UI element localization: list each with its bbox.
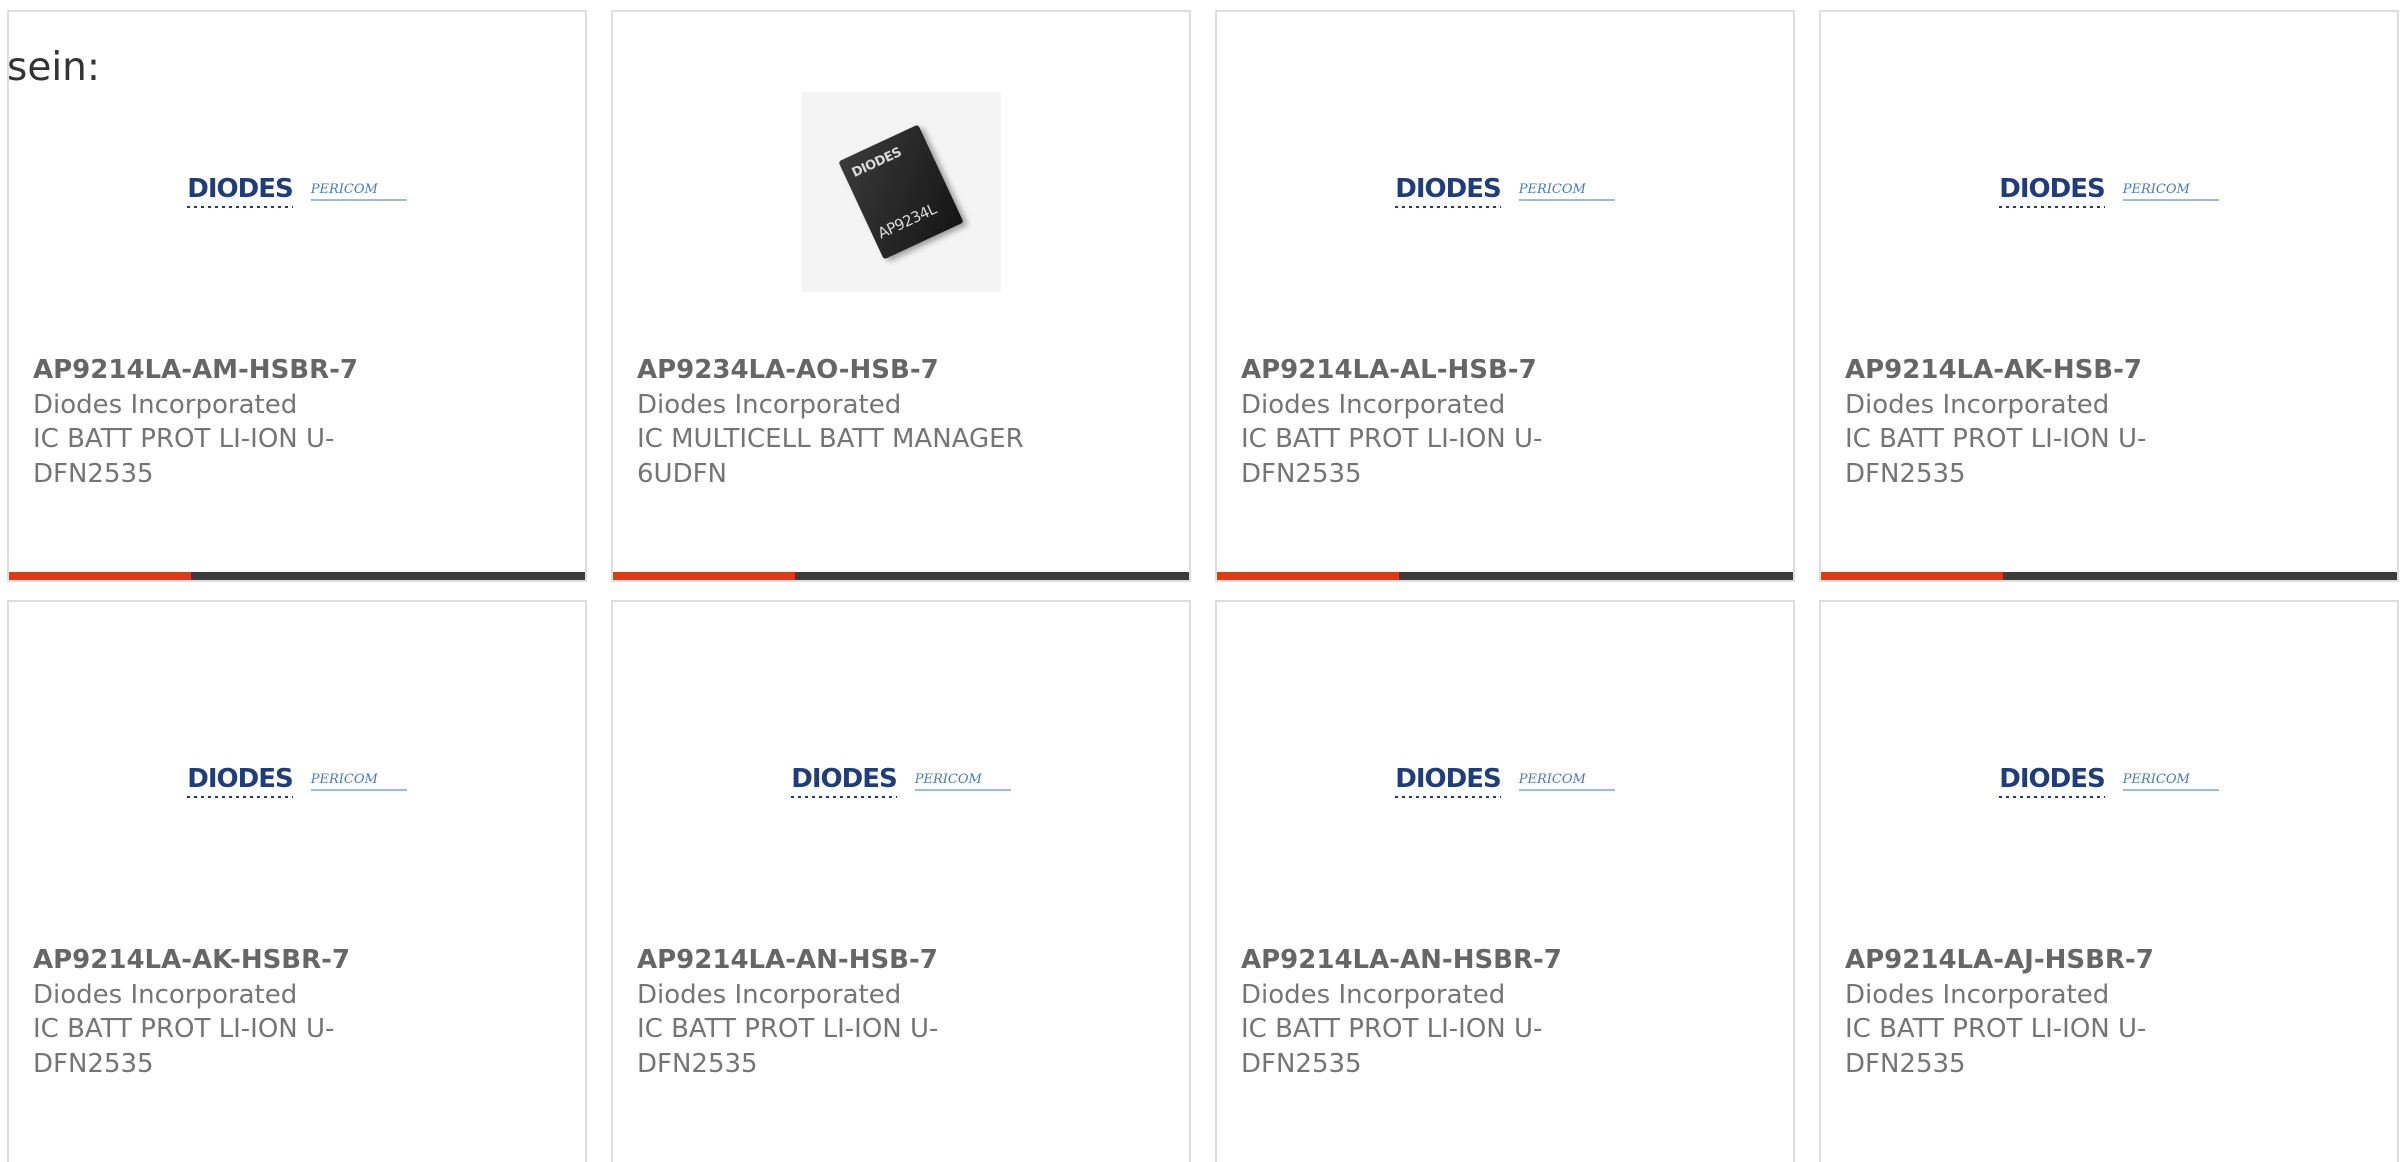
diodes-logo-text: DIODES bbox=[1999, 766, 2106, 798]
chip-marking-text: AP9234L bbox=[875, 199, 940, 243]
pericom-logo: PERICOM bbox=[1518, 182, 1615, 201]
card-accent-bar-highlight bbox=[9, 572, 191, 580]
product-image: DIODES PERICOM bbox=[1821, 662, 2397, 902]
manufacturer: Diodes Incorporated bbox=[33, 389, 298, 420]
diodes-logo-text: DIODES bbox=[1395, 766, 1502, 798]
description: IC BATT PROT LI-ION U-DFN2535 bbox=[1241, 1014, 1543, 1079]
part-number[interactable]: AP9214LA-AJ-HSBR-7 bbox=[1845, 943, 2265, 978]
manufacturer: Diodes Incorporated bbox=[33, 979, 298, 1010]
description: IC BATT PROT LI-ION U-DFN2535 bbox=[33, 1014, 335, 1079]
pericom-logo: PERICOM bbox=[2122, 182, 2219, 201]
manufacturer: Diodes Incorporated bbox=[1241, 389, 1506, 420]
diodes-pericom-logo: DIODES PERICOM bbox=[791, 766, 1011, 798]
intro-text: sein: bbox=[7, 45, 101, 90]
description: IC BATT PROT LI-ION U-DFN2535 bbox=[1845, 1014, 2147, 1079]
description: IC MULTICELL BATT MANAGER 6UDFN bbox=[637, 424, 1024, 489]
product-info: AP9214LA-AJ-HSBR-7 Diodes Incorporated I… bbox=[1845, 943, 2265, 1081]
product-card[interactable]: DIODES PERICOM AP9214LA-AK-HSB-7 Diodes … bbox=[1819, 10, 2399, 582]
pericom-logo-line bbox=[2122, 199, 2219, 201]
pericom-logo-line bbox=[310, 789, 407, 791]
pericom-logo-text: PERICOM bbox=[2122, 182, 2190, 197]
product-card[interactable]: DIODES AP9234L AP9234LA-AO-HSB-7 Diodes … bbox=[611, 10, 1191, 582]
pericom-logo-line bbox=[1518, 789, 1615, 791]
pericom-logo-text: PERICOM bbox=[310, 182, 378, 197]
manufacturer: Diodes Incorporated bbox=[1845, 979, 2110, 1010]
pericom-logo-line bbox=[1518, 199, 1615, 201]
pericom-logo: PERICOM bbox=[1518, 772, 1615, 791]
card-accent-bar bbox=[1217, 572, 1793, 580]
pericom-logo-line bbox=[310, 199, 407, 201]
pericom-logo: PERICOM bbox=[2122, 772, 2219, 791]
product-card[interactable]: DIODES PERICOM AP9214LA-AN-HSBR-7 Diodes… bbox=[1215, 600, 1795, 1162]
diodes-pericom-logo: DIODES PERICOM bbox=[1999, 766, 2219, 798]
product-listing-page: sein: DIODES PERICOM AP9214LA-AM-HSBR-7 … bbox=[0, 0, 2400, 1162]
part-number[interactable]: AP9214LA-AL-HSB-7 bbox=[1241, 353, 1661, 388]
diodes-pericom-logo: DIODES PERICOM bbox=[1395, 176, 1615, 208]
card-accent-bar-highlight bbox=[1821, 572, 2003, 580]
product-info: AP9214LA-AN-HSBR-7 Diodes Incorporated I… bbox=[1241, 943, 1661, 1081]
product-card[interactable]: DIODES PERICOM AP9214LA-AL-HSB-7 Diodes … bbox=[1215, 10, 1795, 582]
pericom-logo: PERICOM bbox=[310, 772, 407, 791]
part-number[interactable]: AP9234LA-AO-HSB-7 bbox=[637, 353, 1057, 388]
chip-package: DIODES AP9234L bbox=[838, 124, 964, 260]
part-number[interactable]: AP9214LA-AK-HSBR-7 bbox=[33, 943, 453, 978]
chip-brand-text: DIODES bbox=[849, 145, 904, 181]
diodes-logo-text: DIODES bbox=[187, 176, 294, 208]
pericom-logo-text: PERICOM bbox=[1518, 182, 1586, 197]
pericom-logo-line bbox=[2122, 789, 2219, 791]
product-info: AP9214LA-AM-HSBR-7 Diodes Incorporated I… bbox=[33, 353, 453, 491]
product-image: DIODES PERICOM bbox=[1217, 662, 1793, 902]
diodes-logo-text: DIODES bbox=[1999, 176, 2106, 208]
diodes-logo-text: DIODES bbox=[791, 766, 898, 798]
description: IC BATT PROT LI-ION U-DFN2535 bbox=[637, 1014, 939, 1079]
product-info: AP9214LA-AK-HSB-7 Diodes Incorporated IC… bbox=[1845, 353, 2265, 491]
product-image: DIODES PERICOM bbox=[9, 662, 585, 902]
card-accent-bar-highlight bbox=[613, 572, 795, 580]
product-card[interactable]: DIODES PERICOM AP9214LA-AK-HSBR-7 Diodes… bbox=[7, 600, 587, 1162]
part-number[interactable]: AP9214LA-AN-HSB-7 bbox=[637, 943, 1057, 978]
product-card[interactable]: DIODES PERICOM AP9214LA-AN-HSB-7 Diodes … bbox=[611, 600, 1191, 1162]
description: IC BATT PROT LI-ION U-DFN2535 bbox=[1845, 424, 2147, 489]
product-info: AP9214LA-AK-HSBR-7 Diodes Incorporated I… bbox=[33, 943, 453, 1081]
diodes-logo-text: DIODES bbox=[187, 766, 294, 798]
product-image: DIODES PERICOM bbox=[613, 662, 1189, 902]
manufacturer: Diodes Incorporated bbox=[637, 389, 902, 420]
diodes-pericom-logo: DIODES PERICOM bbox=[1999, 176, 2219, 208]
manufacturer: Diodes Incorporated bbox=[1241, 979, 1506, 1010]
diodes-pericom-logo: DIODES PERICOM bbox=[187, 176, 407, 208]
product-image: DIODES PERICOM bbox=[1217, 72, 1793, 312]
chip-photo: DIODES AP9234L bbox=[801, 92, 1001, 292]
product-image: DIODES PERICOM bbox=[9, 72, 585, 312]
card-accent-bar bbox=[9, 572, 585, 580]
card-accent-bar-highlight bbox=[1217, 572, 1399, 580]
diodes-pericom-logo: DIODES PERICOM bbox=[187, 766, 407, 798]
product-card[interactable]: DIODES PERICOM AP9214LA-AJ-HSBR-7 Diodes… bbox=[1819, 600, 2399, 1162]
diodes-logo-text: DIODES bbox=[1395, 176, 1502, 208]
manufacturer: Diodes Incorporated bbox=[637, 979, 902, 1010]
pericom-logo: PERICOM bbox=[310, 182, 407, 201]
pericom-logo-text: PERICOM bbox=[1518, 772, 1586, 787]
diodes-pericom-logo: DIODES PERICOM bbox=[1395, 766, 1615, 798]
description: IC BATT PROT LI-ION U-DFN2535 bbox=[33, 424, 335, 489]
card-accent-bar bbox=[613, 572, 1189, 580]
pericom-logo-text: PERICOM bbox=[2122, 772, 2190, 787]
part-number[interactable]: AP9214LA-AK-HSB-7 bbox=[1845, 353, 2265, 388]
part-number[interactable]: AP9214LA-AN-HSBR-7 bbox=[1241, 943, 1661, 978]
pericom-logo: PERICOM bbox=[914, 772, 1011, 791]
pericom-logo-line bbox=[914, 789, 1011, 791]
product-grid: DIODES PERICOM AP9214LA-AM-HSBR-7 Diodes… bbox=[7, 10, 2399, 1162]
product-info: AP9234LA-AO-HSB-7 Diodes Incorporated IC… bbox=[637, 353, 1057, 491]
description: IC BATT PROT LI-ION U-DFN2535 bbox=[1241, 424, 1543, 489]
pericom-logo-text: PERICOM bbox=[310, 772, 378, 787]
product-image: DIODES AP9234L bbox=[613, 72, 1189, 312]
pericom-logo-text: PERICOM bbox=[914, 772, 982, 787]
product-image: DIODES PERICOM bbox=[1821, 72, 2397, 312]
product-info: AP9214LA-AL-HSB-7 Diodes Incorporated IC… bbox=[1241, 353, 1661, 491]
card-accent-bar bbox=[1821, 572, 2397, 580]
product-info: AP9214LA-AN-HSB-7 Diodes Incorporated IC… bbox=[637, 943, 1057, 1081]
part-number[interactable]: AP9214LA-AM-HSBR-7 bbox=[33, 353, 453, 388]
manufacturer: Diodes Incorporated bbox=[1845, 389, 2110, 420]
